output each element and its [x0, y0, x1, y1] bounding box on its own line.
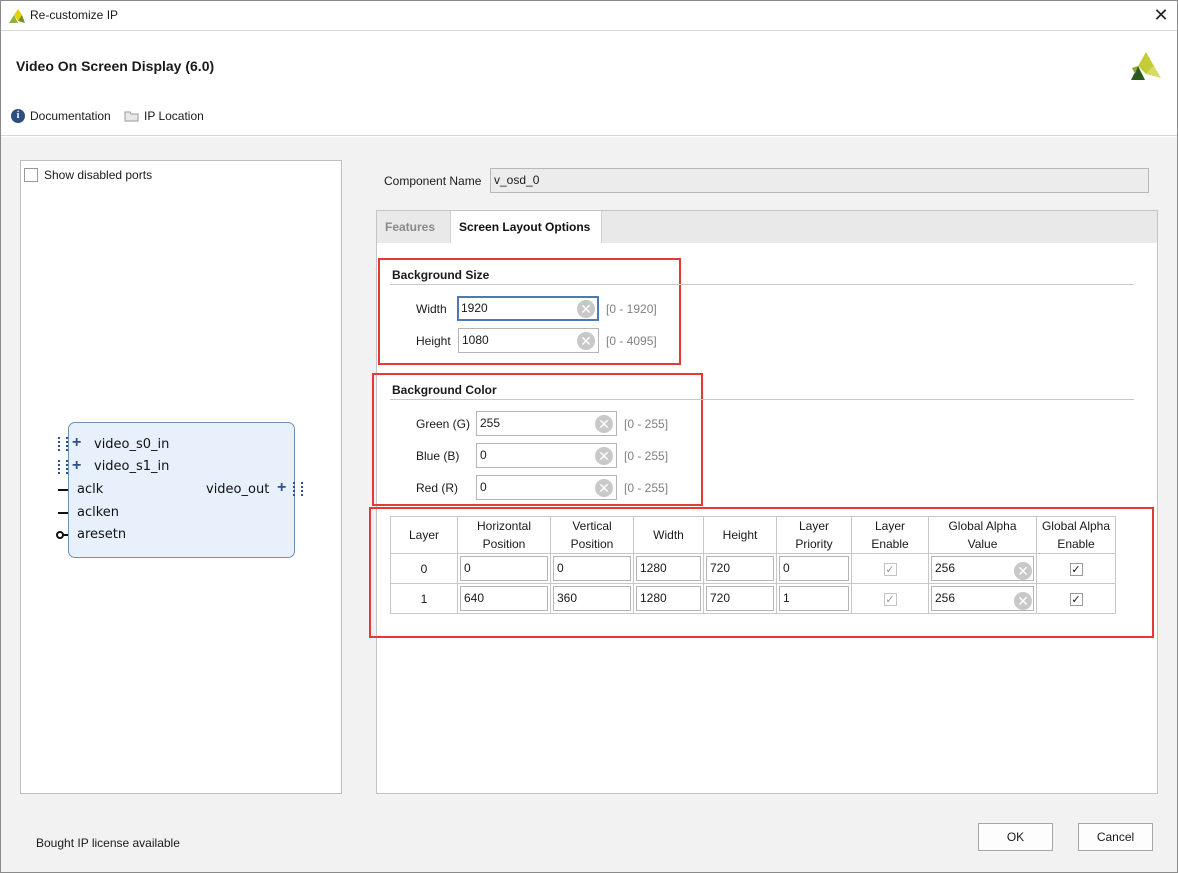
ip-location-link[interactable]: IP Location [124, 109, 204, 123]
col-header-height: Height [703, 516, 777, 554]
priority-input[interactable]: 0 [779, 556, 849, 581]
documentation-label: Documentation [30, 109, 111, 123]
section-separator [390, 284, 1134, 285]
section-separator [390, 399, 1134, 400]
port-wire [63, 534, 68, 536]
h-position-input[interactable]: 640 [460, 586, 548, 611]
port-video-s1-in: video_s1_in [94, 459, 170, 474]
col-header-layer: Layer [390, 516, 458, 554]
ip-title: Video On Screen Display (6.0) [16, 58, 215, 74]
show-disabled-ports-label: Show disabled ports [44, 168, 153, 182]
port-wire [58, 489, 68, 491]
cancel-button[interactable]: Cancel [1078, 823, 1153, 851]
red-label: Red (R) [416, 481, 459, 495]
height-input[interactable]: 720 [706, 586, 774, 611]
width-label: Width [416, 302, 447, 316]
height-input[interactable]: 720 [706, 556, 774, 581]
ok-button[interactable]: OK [978, 823, 1053, 851]
col-header-width: Width [633, 516, 704, 554]
col-header-global-alpha-enable: Global Alpha Enable [1036, 516, 1116, 554]
blue-range: [0 - 255] [624, 449, 669, 463]
layer-enable-checkbox: ✓ [883, 592, 897, 606]
height-label: Height [416, 334, 451, 348]
component-name-label: Component Name [384, 174, 482, 188]
vivado-logo-icon [9, 9, 25, 23]
green-label: Green (G) [416, 417, 471, 431]
component-name-input[interactable]: v_osd_0 [490, 168, 1149, 193]
table-header-row: Layer Horizontal Position Vertical Positio… [390, 516, 1116, 554]
priority-input[interactable]: 1 [779, 586, 849, 611]
tab-features[interactable]: Features [377, 211, 443, 243]
alpha-enable-checkbox[interactable]: ✓ [1069, 562, 1083, 576]
col-header-layer-enable: Layer Enable [851, 516, 929, 554]
ip-location-label: IP Location [144, 109, 204, 123]
show-disabled-ports-checkbox[interactable]: Show disabled ports [24, 168, 152, 182]
background-color-title: Background Color [392, 383, 497, 397]
v-position-input[interactable]: 360 [553, 586, 631, 611]
height-range: [0 - 4095] [606, 334, 657, 348]
bus-interface-icon [58, 437, 68, 451]
width-input[interactable]: 1280 [636, 586, 701, 611]
layer-cell: 0 [390, 553, 458, 584]
license-status: Bought IP license available [36, 836, 180, 850]
background-size-title: Background Size [392, 268, 490, 282]
layer-enable-checkbox: ✓ [883, 562, 897, 576]
info-icon: i [11, 109, 25, 123]
port-wire [58, 512, 68, 514]
checkbox-box[interactable] [24, 168, 38, 182]
clear-icon[interactable]: ✕ [595, 415, 613, 433]
port-aclken: aclken [77, 505, 120, 520]
alpha-enable-checkbox[interactable]: ✓ [1069, 592, 1083, 606]
port-video-out: video_out [206, 482, 270, 497]
expand-plus-icon[interactable]: + [277, 479, 286, 497]
port-video-s0-in: video_s0_in [94, 437, 170, 452]
table-row: 0 0 0 1280 720 0 ✓ 256 ✕ ✓ [390, 553, 1116, 584]
folder-icon [124, 111, 139, 122]
layer-table: Layer Horizontal Position Vertical Positio… [390, 516, 1116, 614]
clear-icon[interactable]: ✕ [1014, 562, 1032, 580]
expand-plus-icon[interactable]: + [72, 434, 81, 452]
port-aresetn: aresetn [77, 527, 127, 542]
port-aclk: aclk [77, 482, 104, 497]
clear-icon[interactable]: ✕ [577, 332, 595, 350]
close-icon[interactable]: ✕ [1150, 4, 1172, 26]
clear-icon[interactable]: ✕ [1014, 592, 1032, 610]
title-bar [1, 1, 1177, 31]
clear-icon[interactable]: ✕ [595, 479, 613, 497]
col-header-horizontal-position: Horizontal Position [457, 516, 551, 554]
col-header-global-alpha-value: Global Alpha Value [928, 516, 1037, 554]
expand-plus-icon[interactable]: + [72, 457, 81, 475]
tab-screen-layout-options[interactable]: Screen Layout Options [450, 211, 602, 243]
col-header-layer-priority: Layer Priority [776, 516, 852, 554]
h-position-input[interactable]: 0 [460, 556, 548, 581]
documentation-link[interactable]: i Documentation [11, 109, 111, 123]
red-range: [0 - 255] [624, 481, 669, 495]
table-row: 1 640 360 1280 720 1 ✓ 256 ✕ ✓ [390, 583, 1116, 614]
xilinx-logo-icon [1131, 52, 1161, 80]
clear-icon[interactable]: ✕ [577, 300, 595, 318]
col-header-vertical-position: Vertical Position [550, 516, 634, 554]
width-range: [0 - 1920] [606, 302, 657, 316]
window-title: Re-customize IP [30, 8, 119, 22]
layer-cell: 1 [390, 583, 458, 614]
v-position-input[interactable]: 0 [553, 556, 631, 581]
bus-interface-icon [293, 482, 303, 496]
bus-interface-icon [58, 460, 68, 474]
clear-icon[interactable]: ✕ [595, 447, 613, 465]
blue-label: Blue (B) [416, 449, 460, 463]
green-range: [0 - 255] [624, 417, 669, 431]
width-input[interactable]: 1280 [636, 556, 701, 581]
